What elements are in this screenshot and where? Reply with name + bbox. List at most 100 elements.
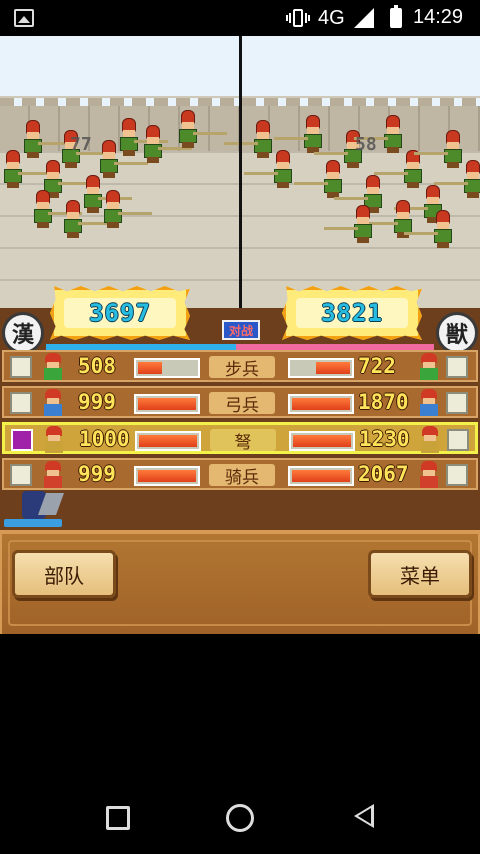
right-select-checkbox[interactable]	[446, 392, 468, 414]
soldier-sprite	[350, 205, 376, 243]
soldier-sprite	[175, 110, 201, 148]
soldier-sprite	[140, 125, 166, 163]
split-divider	[239, 36, 242, 308]
left-unit-count: 1000	[79, 427, 130, 451]
soldier-sprite	[60, 200, 86, 238]
right-health-fill	[292, 470, 350, 482]
left-health-bar	[134, 466, 200, 486]
spear	[334, 197, 368, 200]
left-unit-count: 999	[78, 390, 116, 414]
right-select-checkbox[interactable]	[447, 429, 469, 451]
spear	[314, 152, 348, 155]
right-score: 3821	[321, 299, 383, 327]
right-select-checkbox[interactable]	[446, 464, 468, 486]
soldier-sprite	[20, 120, 46, 158]
spear	[434, 182, 468, 185]
vibrate-icon	[286, 8, 310, 28]
left-health-fill	[138, 362, 162, 374]
empty-area	[0, 634, 480, 778]
bottom-menu: 部队 菜单	[0, 530, 480, 634]
right-health-bar	[288, 358, 354, 378]
left-health-bar	[134, 358, 200, 378]
right-unit-count: 1870	[358, 390, 409, 414]
left-unit-icon	[41, 426, 67, 454]
troops-button[interactable]: 部队	[12, 550, 116, 598]
vs-badge: 对战	[222, 320, 260, 340]
unit-row[interactable]: 999 弓兵 1870	[2, 386, 478, 418]
unit-type-label: 弩	[210, 429, 276, 453]
unit-type-label: 骑兵	[209, 464, 275, 488]
battle-scene: 77 58	[0, 36, 480, 308]
right-unit-count: 2067	[358, 462, 409, 486]
soldier-sprite	[100, 190, 126, 228]
status-bar: 4G 14:29	[0, 0, 480, 36]
menu-button[interactable]: 菜单	[368, 550, 472, 598]
soldier-sprite	[30, 190, 56, 228]
right-unit-icon	[416, 389, 442, 417]
right-unit-count: 722	[358, 354, 396, 378]
left-health-bar	[135, 431, 201, 451]
right-select-checkbox[interactable]	[446, 356, 468, 378]
spear	[244, 172, 278, 175]
unit-row[interactable]: 1000 弩 1230	[2, 422, 478, 454]
right-unit-icon	[416, 353, 442, 381]
spear	[274, 137, 308, 140]
left-unit-count: 508	[78, 354, 116, 378]
navigation-bar	[0, 778, 480, 854]
right-health-fill	[293, 435, 351, 447]
battery-icon	[390, 5, 402, 28]
spear	[374, 172, 408, 175]
soldier-sprite	[430, 210, 456, 248]
right-health-fill	[316, 362, 350, 374]
left-health-fill	[138, 470, 196, 482]
soldier-sprite	[380, 115, 406, 153]
unit-row[interactable]: 999 骑兵 2067	[2, 458, 478, 490]
right-unit-icon	[417, 426, 443, 454]
left-select-checkbox[interactable]	[10, 464, 32, 486]
left-faction-emblem: 漢	[2, 312, 44, 354]
spear	[118, 212, 152, 215]
battle-panel: 漢 獣 对战 508 步兵 722 999 弓兵 1870 1000 弩 1230 999 骑兵 20…	[0, 308, 480, 530]
right-health-bar	[289, 431, 355, 451]
right-health-bar	[288, 394, 354, 414]
spear	[414, 152, 448, 155]
image-notification-icon	[14, 9, 34, 27]
left-health-fill	[138, 398, 196, 410]
home-icon[interactable]	[226, 804, 254, 832]
soldier-sprite	[300, 115, 326, 153]
left-health-fill	[139, 435, 197, 447]
left-damage-number: 77	[70, 134, 92, 155]
right-damage-number: 58	[355, 134, 377, 155]
left-unit-icon	[40, 389, 66, 417]
right-score-banner: 3821	[282, 286, 422, 340]
soldier-sprite	[270, 150, 296, 188]
spear	[404, 232, 438, 235]
left-score-banner: 3697	[50, 286, 190, 340]
unit-row[interactable]: 508 步兵 722	[2, 350, 478, 382]
general-avatar[interactable]	[4, 491, 65, 527]
left-select-checkbox[interactable]	[11, 429, 33, 451]
spear	[324, 227, 358, 230]
unit-type-label: 步兵	[209, 356, 275, 380]
right-health-bar	[288, 466, 354, 486]
left-score: 3697	[89, 299, 151, 327]
spear	[294, 182, 328, 185]
left-unit-icon	[40, 461, 66, 489]
recent-apps-icon[interactable]	[106, 806, 130, 830]
network-type: 4G	[318, 7, 345, 29]
left-unit-icon	[40, 353, 66, 381]
right-health-fill	[292, 398, 350, 410]
left-health-bar	[134, 394, 200, 414]
right-unit-count: 1230	[359, 427, 410, 451]
signal-icon	[354, 8, 374, 28]
unit-type-label: 弓兵	[209, 392, 275, 416]
soldier-sprite	[460, 160, 480, 198]
right-faction-emblem: 獣	[436, 312, 478, 354]
right-unit-icon	[416, 461, 442, 489]
back-icon[interactable]	[354, 804, 374, 828]
spear	[193, 132, 227, 135]
game-screen: 4G 14:29 77 58 漢 獣 对战 508 步兵 722 999 弓兵 1870 1…	[0, 0, 480, 854]
left-select-checkbox[interactable]	[10, 392, 32, 414]
soldier-sprite	[400, 150, 426, 188]
left-select-checkbox[interactable]	[10, 356, 32, 378]
